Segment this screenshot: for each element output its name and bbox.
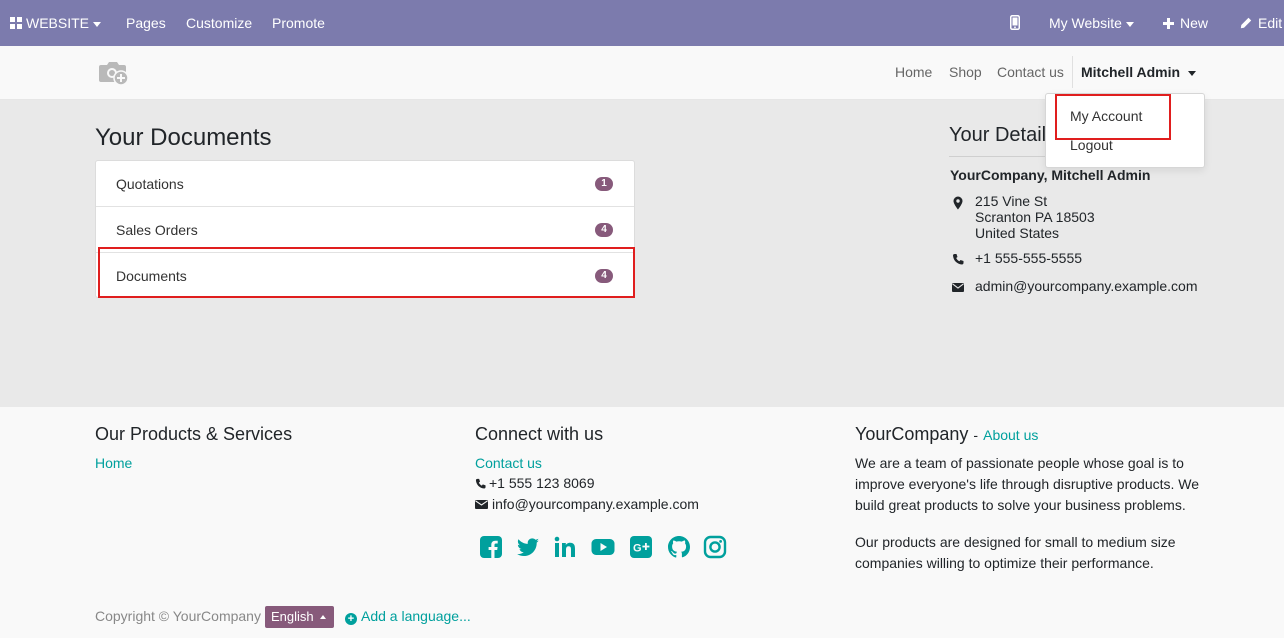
details-phone: +1 555-555-5555 (975, 250, 1083, 266)
envelope-icon (475, 500, 488, 509)
about-paragraph-1: We are a team of passionate people whose… (855, 455, 1200, 513)
chevron-up-icon (320, 615, 326, 619)
count-badge: 4 (595, 223, 613, 237)
footer-phone: +1 555 123 8069 (475, 473, 595, 494)
nav-home[interactable]: Home (895, 46, 932, 100)
new-button[interactable]: New (1163, 0, 1208, 46)
footer-email-text: info@yourcompany.example.com (492, 496, 699, 512)
new-label: New (1180, 15, 1209, 31)
page-title: Your Documents (95, 124, 272, 151)
address-line-1: 215 Vine St (975, 193, 1048, 209)
heading-separator: - (973, 427, 979, 443)
pages-menu[interactable]: Pages (126, 0, 166, 46)
twitter-icon[interactable] (516, 535, 540, 559)
user-name: Mitchell Admin (1081, 64, 1181, 80)
map-marker-icon (953, 196, 963, 210)
linkedin-icon[interactable] (553, 535, 577, 559)
language-selector[interactable]: English (265, 606, 334, 628)
svg-text:G: G (633, 543, 642, 555)
google-plus-icon[interactable]: G (629, 535, 653, 559)
chevron-down-icon (1188, 70, 1197, 76)
edit-button[interactable]: Edit (1240, 0, 1282, 46)
footer-contact-link[interactable]: Contact us (475, 455, 542, 471)
website-menu-button[interactable]: WEBSITE (10, 0, 102, 46)
chevron-down-icon (93, 21, 102, 27)
details-company-name: YourCompany, Mitchell Admin (950, 167, 1151, 183)
facebook-icon[interactable] (479, 535, 503, 559)
customize-menu[interactable]: Customize (186, 0, 252, 46)
count-badge: 1 (595, 177, 613, 191)
address-line-3: United States (975, 225, 1060, 241)
nav-contact-us[interactable]: Contact us (997, 46, 1064, 100)
website-menu-label: WEBSITE (26, 15, 90, 31)
nav-divider (1072, 56, 1073, 88)
apps-grid-icon (10, 17, 22, 29)
website-admin-bar: WEBSITE Pages Customize Promote My Websi… (0, 0, 1284, 46)
plus-circle-icon: + (345, 613, 357, 625)
user-menu-toggle[interactable]: Mitchell Admin (1081, 46, 1197, 100)
company-name: YourCompany (855, 424, 969, 444)
youtube-icon[interactable] (591, 535, 615, 559)
promote-menu[interactable]: Promote (272, 0, 325, 46)
company-logo-placeholder-icon[interactable] (98, 58, 130, 86)
my-website-label: My Website (1049, 15, 1122, 31)
nav-shop[interactable]: Shop (949, 46, 982, 100)
github-icon[interactable] (667, 535, 691, 559)
footer-company-heading: YourCompany - About us (855, 424, 1038, 445)
edit-label: Edit (1258, 15, 1283, 31)
footer-phone-text: +1 555 123 8069 (489, 475, 595, 491)
details-title: Your Details (949, 124, 1057, 146)
footer-email: info@yourcompany.example.com (475, 494, 699, 515)
footer-connect-heading: Connect with us (475, 424, 604, 444)
mobile-preview-button[interactable] (1010, 0, 1020, 46)
list-item-label: Quotations (116, 176, 184, 192)
plus-icon (1163, 18, 1174, 29)
chevron-down-icon (1125, 21, 1134, 27)
documents-highlight-box (98, 247, 635, 298)
mobile-icon (1010, 15, 1020, 30)
address-line-2: Scranton PA 18503 (975, 209, 1095, 225)
phone-icon (475, 478, 486, 489)
copyright-text: Copyright © YourCompany (95, 608, 261, 624)
list-item-quotations[interactable]: Quotations 1 (96, 161, 634, 207)
footer-products-heading: Our Products & Services (95, 424, 293, 444)
phone-icon (953, 254, 964, 265)
about-us-link[interactable]: About us (983, 427, 1038, 443)
instagram-icon[interactable] (703, 535, 727, 559)
site-header: Home Shop Contact us Mitchell Admin (0, 46, 1284, 100)
add-language-label: Add a language... (361, 608, 471, 624)
pencil-icon (1240, 17, 1252, 29)
about-paragraph-2: Our products are designed for small to m… (855, 534, 1176, 571)
language-label: English (271, 609, 314, 624)
my-account-highlight-box (1055, 94, 1171, 140)
envelope-icon (952, 283, 964, 292)
my-website-dropdown[interactable]: My Website (1049, 0, 1134, 46)
details-email: admin@yourcompany.example.com (975, 278, 1198, 294)
footer-home-link[interactable]: Home (95, 455, 132, 471)
add-language-link[interactable]: + Add a language... (345, 608, 471, 625)
